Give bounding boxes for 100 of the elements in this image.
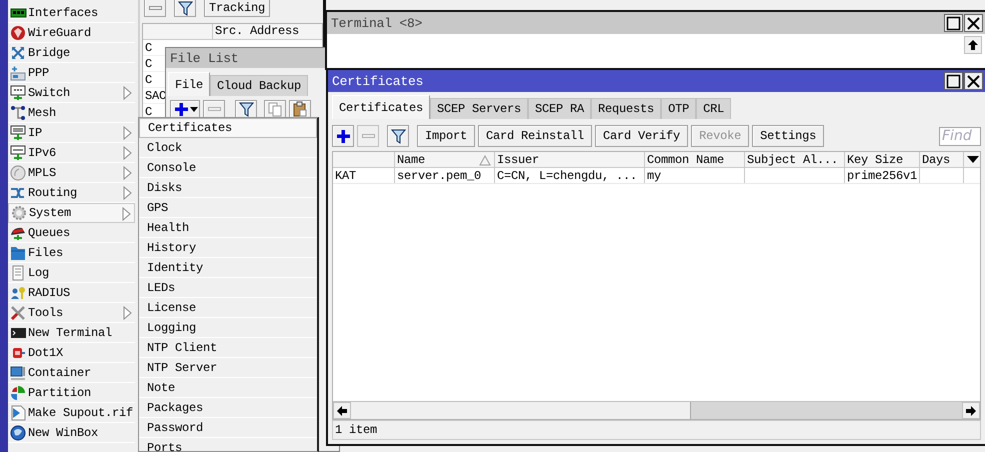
tab[interactable]: OTP: [661, 98, 696, 119]
column-header[interactable]: Name: [395, 152, 495, 167]
tab[interactable]: Cloud Backup: [210, 75, 308, 96]
menu-item[interactable]: IP: [8, 123, 135, 143]
toolbar-button[interactable]: Import: [417, 125, 476, 147]
column-header[interactable]: Subject Al...: [745, 152, 845, 167]
scroll-right-button[interactable]: [962, 402, 980, 419]
menu-item[interactable]: Queues: [8, 223, 135, 243]
table-cell: C=CN, L=chengdu, ...: [495, 168, 645, 183]
menu-item[interactable]: Note: [139, 378, 317, 398]
menu-item[interactable]: Dot1X: [8, 343, 135, 363]
table-cell: KAT: [333, 168, 395, 183]
scroll-up-button[interactable]: [964, 36, 982, 54]
menu-item[interactable]: Clock: [139, 138, 317, 158]
tab[interactable]: CRL: [696, 98, 732, 119]
tab[interactable]: Certificates: [332, 95, 430, 119]
maximize-button[interactable]: [944, 72, 963, 90]
copy-icon: [267, 101, 283, 117]
window-title: File List: [170, 50, 238, 66]
window-title: Certificates: [332, 74, 424, 88]
filter-button[interactable]: [387, 125, 409, 147]
dropdown-icon: [967, 155, 979, 164]
column-header[interactable]: Common Name: [645, 152, 745, 167]
menu-item[interactable]: Identity: [139, 258, 317, 278]
menu-item[interactable]: Switch: [8, 83, 135, 103]
find-field[interactable]: Find: [939, 126, 981, 146]
toolbar-button[interactable]: Card Verify: [595, 125, 688, 147]
menu-item[interactable]: Logging: [139, 318, 317, 338]
column-header[interactable]: Days: [920, 152, 964, 167]
column-header[interactable]: Issuer: [495, 152, 645, 167]
menu-item[interactable]: Partition: [8, 383, 135, 403]
menu-item[interactable]: Health: [139, 218, 317, 238]
close-icon: [965, 14, 982, 32]
menu-item[interactable]: Log: [8, 263, 135, 283]
up-arrow-icon: [967, 39, 979, 51]
column-header[interactable]: Key Size: [845, 152, 920, 167]
menu-item[interactable]: Packages: [139, 398, 317, 418]
tracking-button[interactable]: Tracking: [204, 0, 270, 17]
menu-item[interactable]: Bridge: [8, 43, 135, 63]
menu-item[interactable]: LEDs: [139, 278, 317, 298]
add-button[interactable]: [170, 100, 200, 117]
menu-item[interactable]: Make Supout.rif: [8, 403, 135, 423]
menu-item[interactable]: Disks: [139, 178, 317, 198]
tab[interactable]: SCEP RA: [528, 98, 592, 119]
filter-button[interactable]: [235, 100, 257, 117]
maximize-button[interactable]: [944, 14, 963, 32]
toolbar-button[interactable]: Settings: [752, 125, 824, 147]
tab[interactable]: File: [168, 72, 210, 96]
menu-item[interactable]: PPP: [8, 63, 135, 83]
menu-item[interactable]: License: [139, 298, 317, 318]
left-arrow-icon: [336, 404, 348, 416]
menu-item[interactable]: Certificates: [139, 118, 317, 138]
node-graph-icon: [10, 104, 27, 120]
table-cell: C: [145, 56, 152, 70]
tab[interactable]: Requests: [591, 98, 662, 119]
user-key-icon: [10, 284, 27, 300]
filter-button[interactable]: [174, 0, 196, 17]
menu-item[interactable]: New WinBox: [8, 423, 135, 443]
menu-item[interactable]: Container: [8, 363, 135, 383]
folder-icon: [10, 244, 27, 260]
close-button[interactable]: [964, 72, 983, 90]
scroll-left-button[interactable]: [333, 402, 351, 419]
menu-item[interactable]: Password: [139, 418, 317, 438]
remove-button[interactable]: [144, 0, 166, 17]
menu-item[interactable]: IPv6: [8, 143, 135, 163]
maximize-icon: [945, 72, 962, 90]
scroll-thumb[interactable]: [351, 402, 691, 419]
menu-item[interactable]: System: [8, 203, 135, 223]
menu-item[interactable]: MPLS: [8, 163, 135, 183]
menu-item[interactable]: Mesh: [8, 103, 135, 123]
plus-icon: [172, 101, 188, 117]
menu-item[interactable]: NTP Client: [139, 338, 317, 358]
paste-button[interactable]: [289, 100, 311, 117]
toolbar-button[interactable]: Card Reinstall: [478, 125, 592, 147]
arrows-icon: [10, 44, 27, 60]
table-cell: prime256v1: [845, 168, 920, 183]
filter-icon: [390, 128, 406, 144]
table-cell: SAC: [145, 88, 166, 102]
menu-item[interactable]: RADIUS: [8, 283, 135, 303]
monitor-icon: [10, 84, 27, 100]
globe-icon: [10, 424, 27, 440]
table-cell: C: [145, 72, 152, 86]
tab[interactable]: SCEP Servers: [430, 98, 528, 119]
add-button[interactable]: [332, 125, 354, 147]
menu-item[interactable]: Console: [139, 158, 317, 178]
menu-item[interactable]: History: [139, 238, 317, 258]
menu-item[interactable]: WireGuard: [8, 23, 135, 43]
menu-item[interactable]: New Terminal: [8, 323, 135, 343]
remove-button[interactable]: [203, 100, 225, 117]
plus-icon: [335, 128, 351, 144]
table-cell: C: [145, 40, 152, 54]
close-button[interactable]: [964, 14, 983, 32]
menu-item[interactable]: NTP Server: [139, 358, 317, 378]
maximize-icon: [945, 14, 962, 32]
menu-item[interactable]: Tools: [8, 303, 135, 323]
menu-item[interactable]: Files: [8, 243, 135, 263]
menu-item[interactable]: GPS: [139, 198, 317, 218]
menu-item[interactable]: Ports: [139, 438, 317, 452]
menu-item[interactable]: Interfaces: [8, 3, 135, 23]
window-title: Terminal <8>: [331, 16, 422, 30]
